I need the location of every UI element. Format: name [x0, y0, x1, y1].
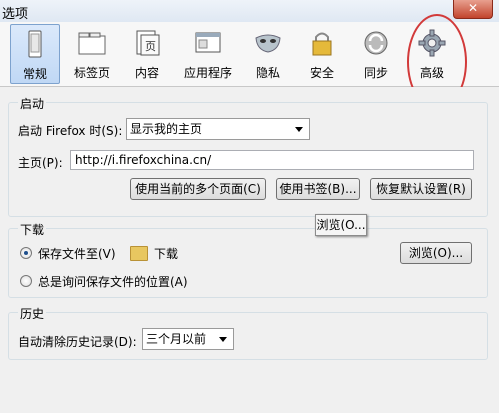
use-current-pages-button[interactable]: 使用当前的多个页面(C) [130, 178, 266, 200]
window-title: 选项 [2, 7, 29, 22]
clear-history-select[interactable]: 三个月以前 [142, 328, 234, 350]
tab-label: 应用程序 [183, 66, 232, 80]
startup-select[interactable]: 显示我的主页 [126, 118, 310, 140]
clear-history-label: 自动清除历史记录(D): [18, 335, 137, 349]
tab-label: 隐私 [255, 66, 280, 80]
mask-icon [255, 34, 281, 53]
general-pane: 启动 启动 Firefox 时(S): 显示我的主页 主页(P): http:/… [0, 87, 499, 413]
clear-history-value: 三个月以前 [146, 332, 207, 346]
use-bookmark-button[interactable]: 使用书签(B)... [276, 178, 360, 200]
tab-label: 标签页 [73, 66, 110, 80]
page-icon: 页 [136, 30, 160, 56]
tab-general[interactable]: 常规 [10, 24, 60, 84]
svg-text:页: 页 [145, 40, 156, 53]
window-icon [195, 32, 221, 53]
tab-sync[interactable]: 同步 [352, 24, 400, 82]
startup-group-label: 启动 [18, 95, 47, 112]
history-group-label: 历史 [18, 305, 47, 322]
tab-label: 常规 [22, 67, 47, 81]
restore-default-button[interactable]: 恢复默认设置(R) [370, 178, 472, 200]
browse-tooltip: 浏览(O... [315, 214, 367, 236]
home-label: 主页(P): [18, 156, 63, 170]
folder-tabs-icon [78, 32, 106, 55]
startup-select-value: 显示我的主页 [130, 122, 203, 136]
tab-label: 安全 [309, 66, 334, 80]
close-button[interactable]: ✕ [453, 0, 493, 19]
sync-icon [364, 31, 388, 55]
chevron-down-icon [295, 127, 303, 132]
tab-content[interactable]: 页 内容 [124, 24, 170, 82]
browse-button[interactable]: 浏览(O)... [400, 242, 472, 264]
downloads-group-label: 下载 [18, 221, 47, 238]
chevron-down-icon [219, 337, 227, 342]
tab-label: 内容 [134, 66, 159, 80]
tab-applications[interactable]: 应用程序 [178, 24, 238, 82]
tab-security[interactable]: 安全 [298, 24, 346, 82]
phone-icon [28, 30, 42, 58]
save-path-value: 下载 [154, 247, 179, 261]
home-url-field[interactable]: http://i.firefoxchina.cn/ [70, 150, 474, 170]
folder-icon [130, 246, 148, 261]
tab-privacy[interactable]: 隐私 [244, 24, 292, 82]
tab-tabs[interactable]: 标签页 [64, 24, 120, 82]
lock-icon [312, 32, 332, 56]
always-ask-label: 总是询问保存文件的位置(A) [38, 275, 188, 289]
startup-when-label: 启动 Firefox 时(S): [18, 124, 123, 138]
tab-label: 同步 [363, 66, 388, 80]
save-to-radio[interactable] [20, 247, 32, 259]
save-to-label: 保存文件至(V) [38, 247, 116, 261]
always-ask-radio[interactable] [20, 275, 32, 287]
